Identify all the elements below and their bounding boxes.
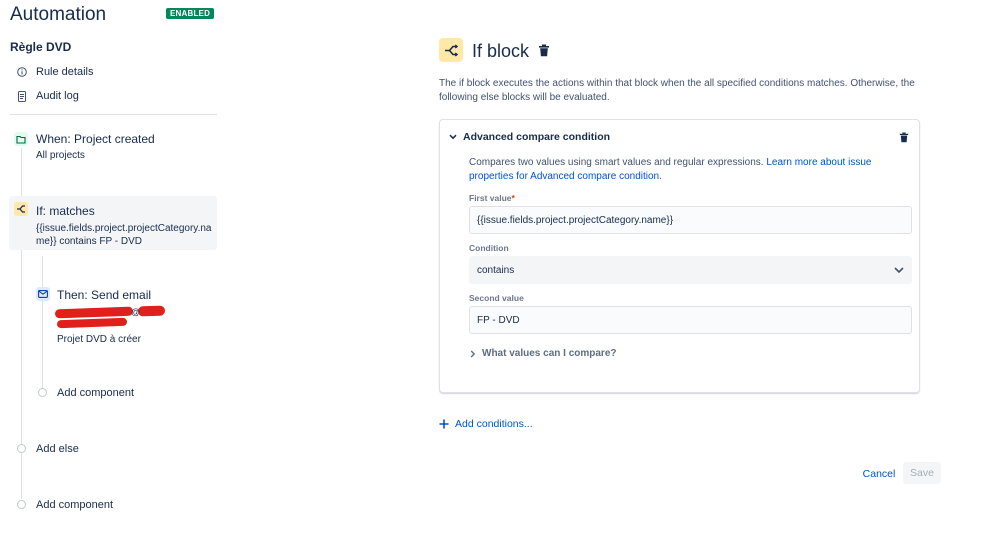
second-value-text: FP - DVD (477, 314, 520, 326)
trigger-node[interactable]: When: Project created All projects (36, 132, 155, 162)
rule-details-label: Rule details (36, 66, 94, 78)
add-component-outer-button[interactable]: Add component (36, 499, 113, 511)
email-at-sign: @ (131, 307, 141, 317)
required-mark: * (511, 193, 515, 203)
first-value-input[interactable]: {{issue.fields.project.projectCategory.n… (469, 206, 912, 234)
condition-description-text: Compares two values using smart values a… (469, 157, 764, 168)
plus-icon (439, 419, 449, 429)
first-value-label-text: First value (469, 193, 512, 203)
add-else-dot (17, 444, 26, 453)
save-button[interactable]: Save (903, 462, 941, 484)
sidebar-divider (10, 114, 217, 115)
condition-description-end: . (659, 171, 662, 182)
redacted-email-mark (54, 306, 134, 319)
cancel-button[interactable]: Cancel (856, 463, 902, 484)
flow-connector (21, 453, 22, 499)
app-title: Automation (10, 4, 107, 25)
audit-log-link[interactable]: Audit log (17, 90, 79, 102)
add-component-inner-button[interactable]: Add component (57, 387, 134, 399)
status-badge: ENABLED (166, 8, 215, 19)
add-component-dot (38, 388, 47, 397)
chevron-down-icon (894, 267, 904, 273)
chevron-right-icon (470, 350, 476, 357)
rule-details-link[interactable]: Rule details (17, 66, 93, 78)
if-condition-subtitle-line1: {{issue.fields.project.projectCategory.n… (36, 223, 212, 234)
condition-select-value: contains (477, 264, 515, 276)
second-value-label: Second value (469, 293, 524, 303)
delete-block-button[interactable] (538, 44, 550, 62)
first-value-label: First value* (469, 193, 515, 203)
send-email-subtitle: Projet DVD à créer (57, 334, 141, 345)
add-component-dot (17, 500, 26, 509)
send-email-title: Then: Send email (57, 288, 152, 302)
send-email-node[interactable]: Then: Send email (57, 288, 151, 302)
trigger-subtitle: All projects (36, 150, 85, 161)
chevron-down-icon (449, 134, 457, 140)
audit-log-label: Audit log (36, 90, 79, 102)
rule-name: Règle DVD (10, 40, 72, 54)
branch-icon (439, 38, 463, 62)
if-condition-subtitle-line2: me}} contains FP - DVD (36, 236, 142, 247)
document-icon (17, 90, 27, 102)
add-conditions-label: Add conditions... (455, 418, 533, 430)
if-condition-title: If: matches (36, 204, 95, 218)
flow-connector (42, 256, 43, 388)
first-value-text: {{issue.fields.project.projectCategory.n… (477, 214, 674, 226)
email-icon (36, 287, 50, 301)
flow-connector (21, 250, 22, 444)
info-icon (17, 67, 27, 77)
branch-icon (14, 202, 28, 216)
trigger-icon (14, 132, 28, 146)
add-conditions-button[interactable]: Add conditions... (439, 418, 533, 430)
redacted-email-mark (56, 317, 128, 329)
trash-icon (899, 132, 909, 143)
flow-connector (21, 148, 22, 196)
condition-description: Compares two values using smart values a… (469, 156, 917, 184)
what-values-label: What values can I compare? (482, 348, 617, 359)
condition-header-label: Advanced compare condition (463, 131, 611, 143)
what-values-toggle[interactable]: What values can I compare? (470, 348, 617, 359)
trigger-title: When: Project created (36, 132, 155, 146)
condition-card: Advanced compare condition Compares two … (439, 119, 920, 393)
condition-label: Condition (469, 243, 509, 253)
condition-select[interactable]: contains (469, 256, 912, 284)
second-value-input[interactable]: FP - DVD (469, 306, 912, 334)
trash-icon (539, 44, 549, 57)
panel-title: If block (472, 41, 530, 61)
panel-description: The if block executes the actions within… (439, 78, 915, 103)
delete-condition-button[interactable] (899, 130, 909, 148)
redacted-email-mark (137, 305, 166, 317)
add-else-button[interactable]: Add else (36, 443, 79, 455)
if-condition-text: If: matches {{issue.fields.project.proje… (36, 204, 211, 248)
condition-header-toggle[interactable]: Advanced compare condition (449, 131, 610, 143)
